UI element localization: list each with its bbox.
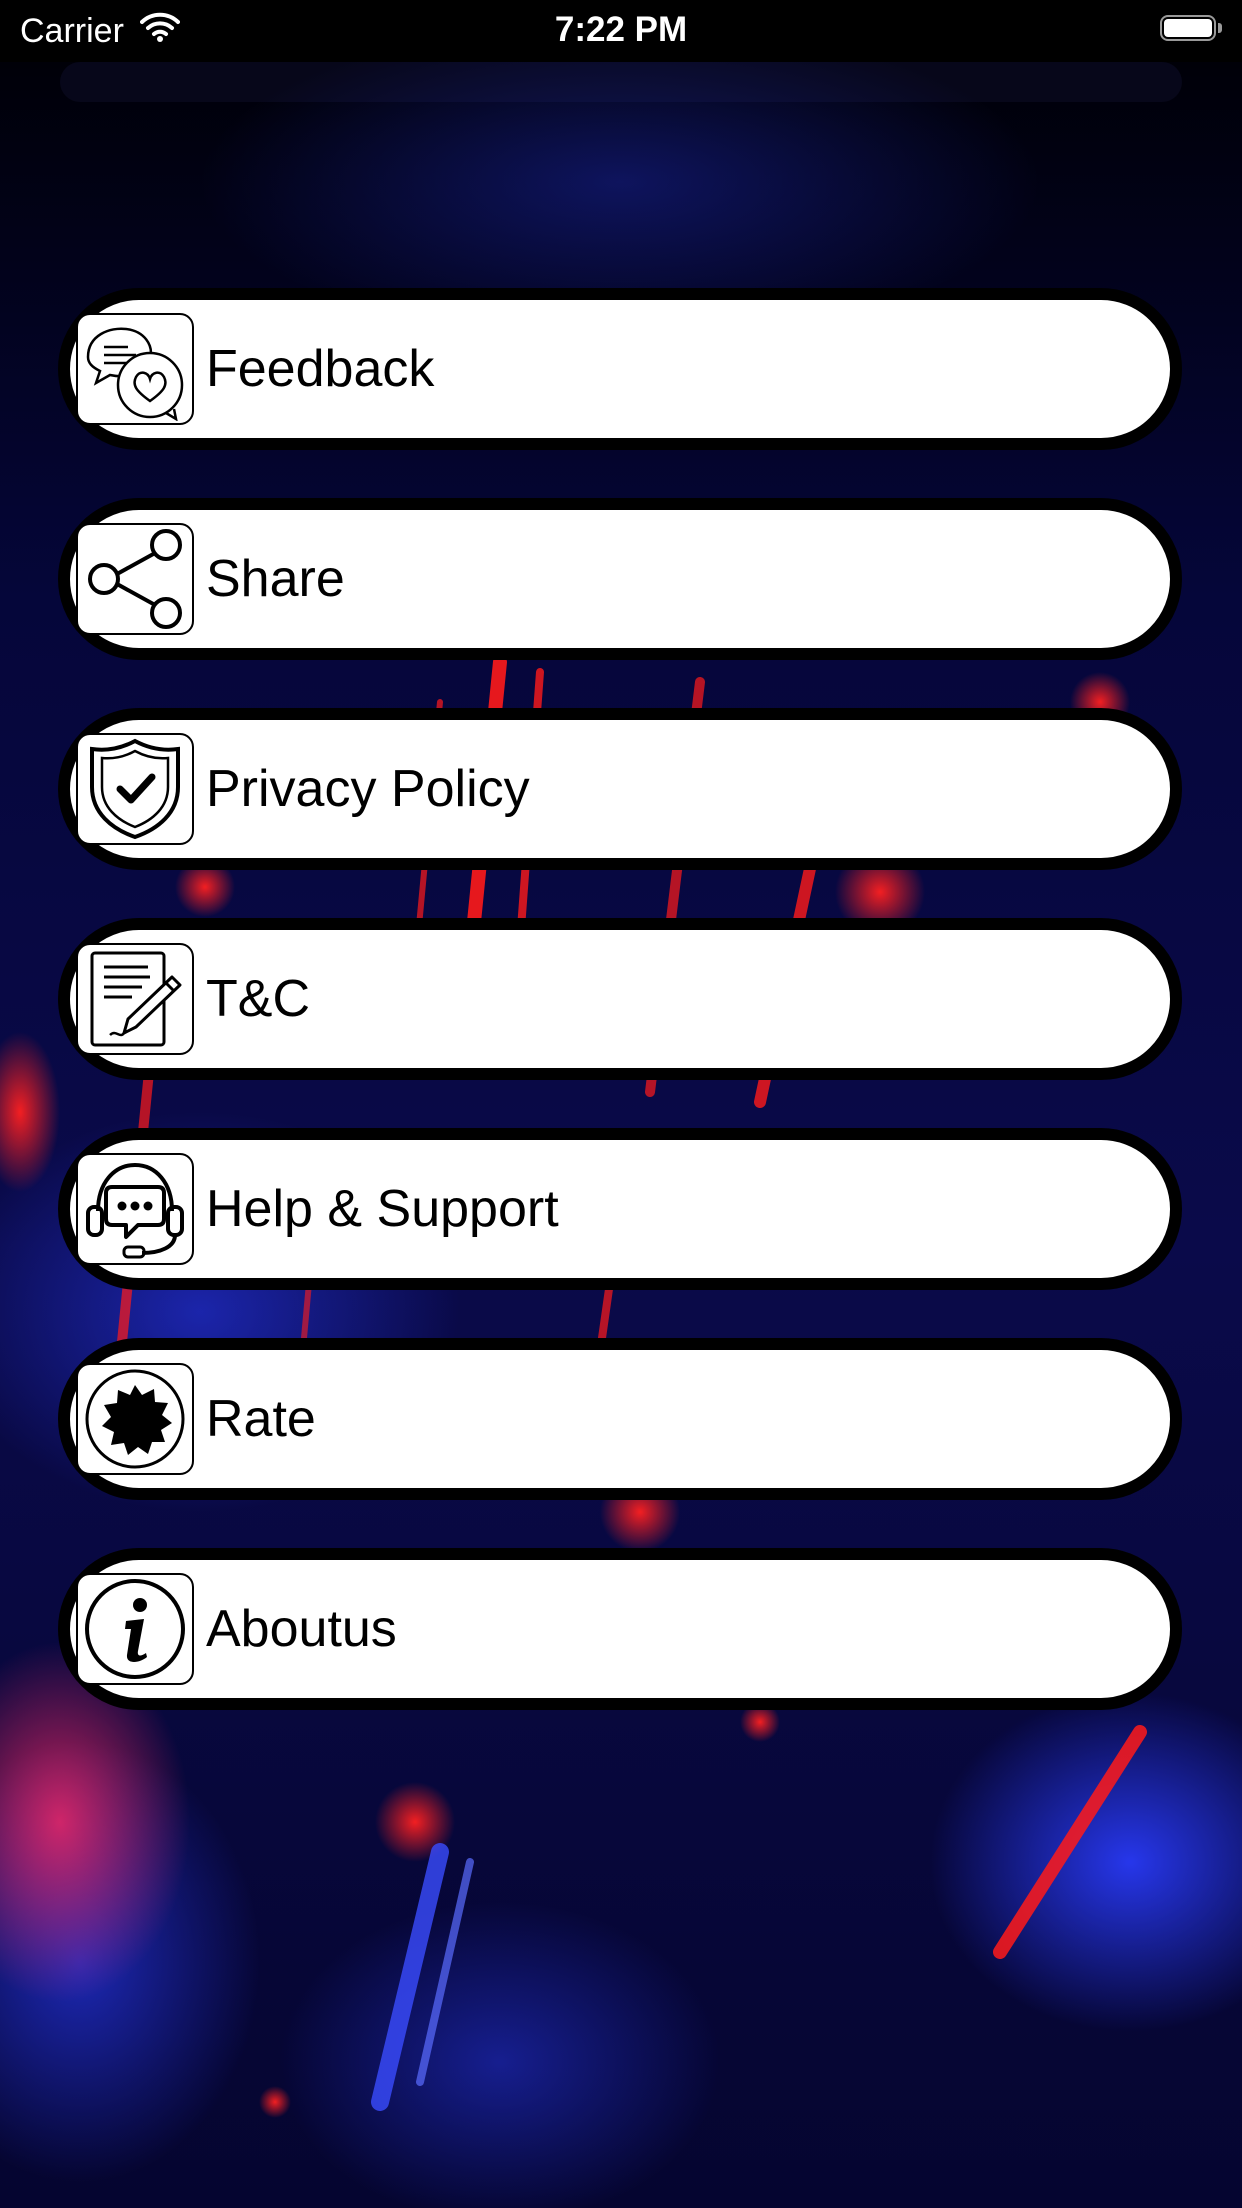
menu-item-label: Rate <box>206 1390 316 1448</box>
menu-item-terms[interactable]: T&C <box>58 918 1182 1080</box>
menu-item-label: Share <box>206 550 345 608</box>
shield-check-icon <box>76 733 194 845</box>
menu-item-privacy-policy[interactable]: Privacy Policy <box>58 708 1182 870</box>
menu-item-label: T&C <box>206 970 310 1028</box>
settings-screen: Carrier 7:22 PM Feedback Share Privacy P… <box>0 0 1242 2208</box>
menu-item-label: Help & Support <box>206 1180 559 1238</box>
document-pen-icon <box>76 943 194 1055</box>
feedback-icon <box>76 313 194 425</box>
badge-icon <box>76 1363 194 1475</box>
menu-item-share[interactable]: Share <box>58 498 1182 660</box>
info-icon <box>76 1573 194 1685</box>
menu-item-label: Privacy Policy <box>206 760 530 818</box>
status-time: 7:22 PM <box>554 10 688 49</box>
menu-item-label: Aboutus <box>206 1600 397 1658</box>
menu-item-label: Feedback <box>206 340 435 398</box>
menu-item-about-us[interactable]: Aboutus <box>58 1548 1182 1710</box>
status-bar: Carrier 7:22 PM <box>0 0 1242 62</box>
battery-icon <box>1160 15 1224 45</box>
menu-item-rate[interactable]: Rate <box>58 1338 1182 1500</box>
menu-item-feedback[interactable]: Feedback <box>58 288 1182 450</box>
menu-item-help-support[interactable]: Help & Support <box>58 1128 1182 1290</box>
share-icon <box>76 523 194 635</box>
headset-chat-icon <box>76 1153 194 1265</box>
